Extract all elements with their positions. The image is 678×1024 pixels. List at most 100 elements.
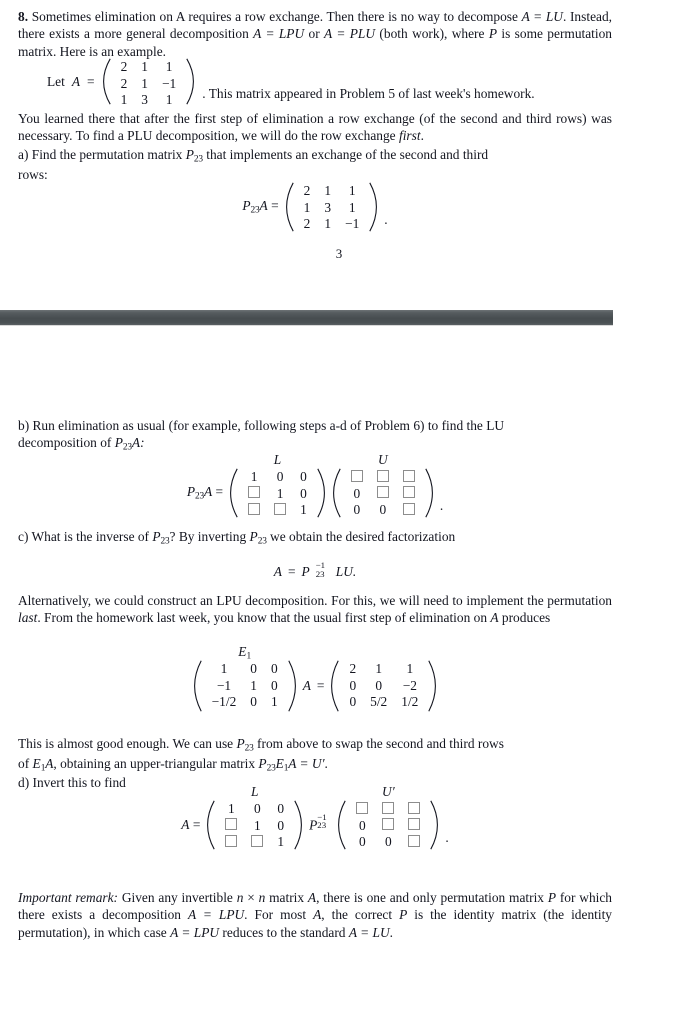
alt-line3a: elimination on bbox=[409, 610, 491, 626]
blank-answer-box[interactable] bbox=[396, 502, 422, 519]
blank-answer-box[interactable] bbox=[349, 801, 375, 818]
body1: You learned there that after the first s… bbox=[18, 110, 612, 145]
part-c-text3: we obtain the desired factorization bbox=[266, 529, 456, 544]
cell: 1 bbox=[406, 661, 414, 677]
matrix-U-label: U bbox=[377, 452, 388, 467]
cell: 0 bbox=[300, 485, 307, 501]
right-paren-icon bbox=[369, 182, 378, 232]
matrix-A: 2 1 1 2 1 −1 1 3 1 bbox=[102, 58, 196, 107]
var-p: P bbox=[309, 817, 318, 833]
blank-answer-box[interactable] bbox=[370, 469, 396, 486]
cell: 1 bbox=[375, 661, 383, 677]
sub-23: 23 bbox=[257, 536, 267, 547]
equation-p23a: P23A = 2 1 1 1 3 1 2 1 −1 . bbox=[18, 182, 612, 232]
blank-answer-box[interactable] bbox=[370, 486, 396, 503]
alt-line1: Alternatively, we could construct an LPU… bbox=[18, 593, 524, 608]
blank-answer-box[interactable] bbox=[401, 834, 427, 851]
equation-c-p: P bbox=[301, 564, 310, 579]
matrix-L-final: L 1 0 0 1 0 1 bbox=[206, 784, 303, 851]
cell: 0 bbox=[353, 485, 361, 501]
cell: 1 bbox=[300, 502, 307, 518]
part-c-line1: c) What is the inverse of P23? By invert… bbox=[18, 528, 612, 548]
cell: 0 bbox=[270, 677, 278, 693]
intro-eq-lu: A = LU bbox=[521, 9, 563, 24]
equation-e1-equals: = bbox=[316, 678, 325, 694]
blank-answer-box[interactable] bbox=[344, 469, 370, 486]
matrix-E1-label: E1 bbox=[193, 643, 297, 663]
equals: = bbox=[215, 484, 224, 500]
remark-text8: is the bbox=[407, 907, 447, 923]
cell: 1 bbox=[270, 694, 278, 710]
cell: 0 bbox=[277, 817, 285, 833]
var-p: P bbox=[236, 736, 245, 751]
equation-lu-decomposition: P23A = L 1 0 0 1 0 1 U 0 0 0 . bbox=[18, 452, 612, 519]
left-paren-icon bbox=[102, 58, 111, 105]
blank-answer-box[interactable] bbox=[396, 486, 422, 503]
cell: 3 bbox=[141, 92, 148, 108]
var-a: A bbox=[259, 198, 268, 214]
alt-paragraph: Alternatively, we could construct an LPU… bbox=[18, 592, 612, 627]
part-c-text2: ? By inverting bbox=[169, 529, 250, 544]
blank-answer-box[interactable] bbox=[267, 502, 293, 519]
left-paren-icon bbox=[330, 660, 340, 712]
blank-answer-box[interactable] bbox=[401, 818, 427, 835]
matrix-E1: E1 1 0 0 −1 1 0 −1/2 0 1 bbox=[193, 644, 297, 712]
equation-a-p23inv-lu: A = P −1 23 LU. bbox=[18, 560, 612, 580]
part-b-line1: b) Run elimination as usual (for example… bbox=[18, 418, 505, 433]
cell: 0 bbox=[349, 694, 357, 710]
equation-c-lhs: A bbox=[273, 564, 282, 579]
var-p: P bbox=[242, 198, 251, 214]
blank-answer-box[interactable] bbox=[375, 818, 401, 835]
right-paren-icon bbox=[287, 660, 297, 712]
blank-answer-box[interactable] bbox=[241, 502, 267, 519]
blank-answer-box[interactable] bbox=[244, 834, 270, 851]
equation-c-rhs: LU. bbox=[335, 564, 357, 579]
left-paren-icon bbox=[332, 468, 341, 518]
cell: 0 bbox=[254, 801, 261, 816]
eq-lpu: A = LPU bbox=[170, 924, 220, 940]
var-p: P bbox=[547, 890, 557, 905]
right-paren-icon bbox=[430, 800, 439, 850]
remark-text6: . For most bbox=[244, 907, 314, 923]
blank-answer-box[interactable] bbox=[375, 801, 401, 818]
blank-answer-box[interactable] bbox=[218, 818, 244, 835]
sub-23: 23 bbox=[195, 491, 204, 502]
page-number: 3 bbox=[335, 246, 343, 261]
equation-e1-var-a: A bbox=[302, 678, 311, 694]
alt-emph-last: last bbox=[18, 610, 38, 626]
cell: 1 bbox=[250, 469, 258, 484]
matrix-p23a-grid: 2 1 1 1 3 1 2 1 −1 bbox=[294, 182, 370, 232]
part-b-line2a: decomposition of bbox=[18, 435, 115, 451]
matrix-L-label: L bbox=[273, 452, 282, 467]
blank-answer-box[interactable] bbox=[241, 486, 267, 503]
cell: 0 bbox=[349, 677, 357, 693]
blank-answer-box[interactable] bbox=[401, 801, 427, 818]
var-p: P bbox=[114, 435, 123, 451]
equation-a-lpu: A = L 1 0 0 1 0 1 P −1 23 U′ 0 0 0 . bbox=[18, 784, 612, 851]
left-paren-icon bbox=[206, 800, 216, 850]
matrix-A-grid: 2 1 1 2 1 −1 1 3 1 bbox=[111, 58, 187, 107]
blank-answer-box[interactable] bbox=[218, 834, 244, 851]
body-paragraph-1: You learned there that after the first s… bbox=[18, 110, 612, 145]
sub-23: 23 bbox=[160, 536, 170, 547]
eq-u-prime: A = U′ bbox=[288, 755, 325, 771]
cell: −1 bbox=[162, 75, 177, 91]
var-a: A bbox=[204, 484, 213, 500]
alternative-paragraph: Alternatively, we could construct an LPU… bbox=[18, 592, 612, 627]
left-paren-icon bbox=[229, 468, 238, 518]
subscript-23: 23 bbox=[317, 819, 327, 830]
cell: 1 bbox=[220, 661, 228, 677]
cell: 1 bbox=[120, 92, 128, 108]
cell: 0 bbox=[379, 502, 387, 518]
var-p: P bbox=[186, 484, 195, 500]
cell: 1 bbox=[254, 817, 261, 833]
cell: 1 bbox=[348, 199, 356, 215]
equation-lu-period: . bbox=[439, 497, 444, 513]
remark-text3: , there is one and only permutation bbox=[316, 890, 506, 905]
blank-answer-box[interactable] bbox=[396, 469, 422, 486]
cell: 1 bbox=[250, 677, 257, 693]
cell: 1 bbox=[165, 59, 173, 74]
cell: 1 bbox=[348, 183, 356, 198]
cell: 2 bbox=[349, 661, 357, 677]
left-paren-icon bbox=[193, 660, 202, 712]
